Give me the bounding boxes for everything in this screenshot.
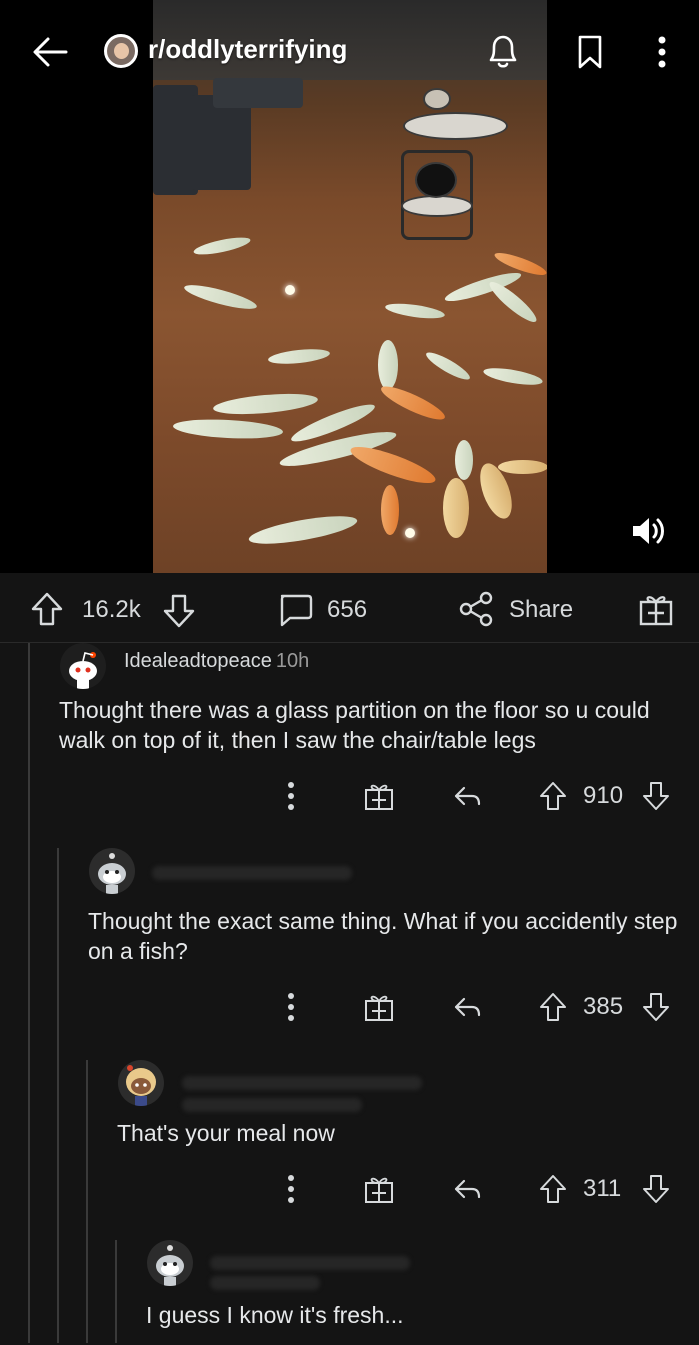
redacted-username <box>182 1098 362 1112</box>
kebab-menu-icon <box>658 36 666 68</box>
redacted-username <box>210 1276 320 1290</box>
gift-icon[interactable] <box>363 780 395 812</box>
video-fish <box>378 340 398 390</box>
comment-time: 10h <box>275 650 310 672</box>
video-fish <box>443 478 469 538</box>
video-fish <box>347 440 439 490</box>
snoo-avatar-icon <box>156 1245 184 1286</box>
video-fish <box>482 364 544 389</box>
more-options-button[interactable] <box>650 32 674 72</box>
video-fish <box>455 440 473 480</box>
subreddit-avatar[interactable] <box>104 34 138 68</box>
comment-actions: 311 <box>0 1173 699 1205</box>
comment-count[interactable]: 656 <box>327 596 367 624</box>
upvote-icon[interactable] <box>538 780 568 812</box>
comment-score: 311 <box>583 1175 622 1202</box>
avatar[interactable] <box>60 643 106 689</box>
video-reflection <box>405 528 415 538</box>
downvote-icon[interactable] <box>162 593 196 629</box>
downvote-icon[interactable] <box>641 1173 671 1205</box>
video-fish <box>377 380 449 426</box>
more-options-icon[interactable] <box>286 1173 296 1205</box>
reply-icon[interactable] <box>452 780 482 812</box>
bookmark-icon <box>578 35 602 69</box>
more-options-icon[interactable] <box>286 780 296 812</box>
share-icon[interactable] <box>458 591 494 627</box>
downvote-icon[interactable] <box>641 991 671 1023</box>
share-label[interactable]: Share <box>509 596 573 624</box>
upvote-count: 16.2k <box>82 596 141 623</box>
avatar[interactable] <box>147 1240 193 1286</box>
upvote-icon[interactable] <box>538 1173 568 1205</box>
comment: I guess I know it's fresh... <box>0 1240 699 1345</box>
comment-score: 910 <box>583 782 624 809</box>
comment-body: Thought the exact same thing. What if yo… <box>88 908 678 964</box>
comment-score: 385 <box>583 993 624 1020</box>
volume-icon <box>633 518 664 544</box>
gift-icon[interactable] <box>363 1173 395 1205</box>
video-chair <box>191 95 251 190</box>
video-fish <box>381 485 399 535</box>
video-seat <box>401 195 473 217</box>
comment: Idealeadtopeace 10h Thought there was a g… <box>0 643 699 823</box>
video-fish <box>384 300 446 322</box>
comment-actions: 385 <box>0 991 699 1023</box>
snoo-avatar-icon <box>69 652 97 689</box>
bell-icon <box>489 35 517 68</box>
video-fish <box>423 348 473 384</box>
gift-icon[interactable] <box>363 991 395 1023</box>
more-options-icon[interactable] <box>286 991 296 1023</box>
comment-body: I guess I know it's fresh... <box>146 1302 404 1328</box>
video-reflection <box>285 285 295 295</box>
reply-icon[interactable] <box>452 991 482 1023</box>
post-action-bar: 16.2k 656 Share <box>0 573 699 643</box>
redacted-username <box>152 866 352 880</box>
redacted-username <box>210 1256 410 1270</box>
video-fish <box>182 280 259 314</box>
comment: That's your meal now 311 <box>0 1060 699 1220</box>
video-fish <box>212 390 319 418</box>
snoo-avatar-icon <box>98 853 126 894</box>
video-fish <box>498 460 547 474</box>
snoo-avatar-icon <box>126 1065 156 1106</box>
back-button[interactable] <box>28 30 72 74</box>
comment-body: Thought there was a glass partition on t… <box>59 697 650 753</box>
reply-icon[interactable] <box>452 1173 482 1205</box>
video-fish <box>485 277 541 327</box>
comment-icon[interactable] <box>276 591 314 629</box>
save-button[interactable] <box>574 32 606 72</box>
video-fish <box>192 234 252 258</box>
gift-icon[interactable] <box>638 591 674 627</box>
video-fish <box>267 346 331 367</box>
video-fish <box>172 417 284 441</box>
downvote-icon[interactable] <box>641 780 671 812</box>
post-header: r/oddlyterrifying <box>0 0 699 105</box>
author-name[interactable]: Idealeadtopeace <box>124 650 272 672</box>
comment-author[interactable]: Idealeadtopeace 10h <box>124 650 309 673</box>
volume-button[interactable] <box>630 515 666 547</box>
redacted-username <box>182 1076 422 1090</box>
video-seat-back <box>415 162 457 198</box>
avatar[interactable] <box>89 848 135 894</box>
video-table-top <box>403 112 508 140</box>
avatar[interactable] <box>118 1060 164 1106</box>
subreddit-name[interactable]: r/oddlyterrifying <box>148 34 347 65</box>
upvote-icon[interactable] <box>538 991 568 1023</box>
comment: Thought the exact same thing. What if yo… <box>0 848 699 1028</box>
video-fish <box>247 510 359 550</box>
comment-body: That's your meal now <box>117 1120 335 1146</box>
notifications-button[interactable] <box>483 30 523 72</box>
upvote-icon[interactable] <box>30 591 64 627</box>
arrow-left-icon <box>33 37 68 67</box>
comment-actions: 910 <box>0 780 699 812</box>
